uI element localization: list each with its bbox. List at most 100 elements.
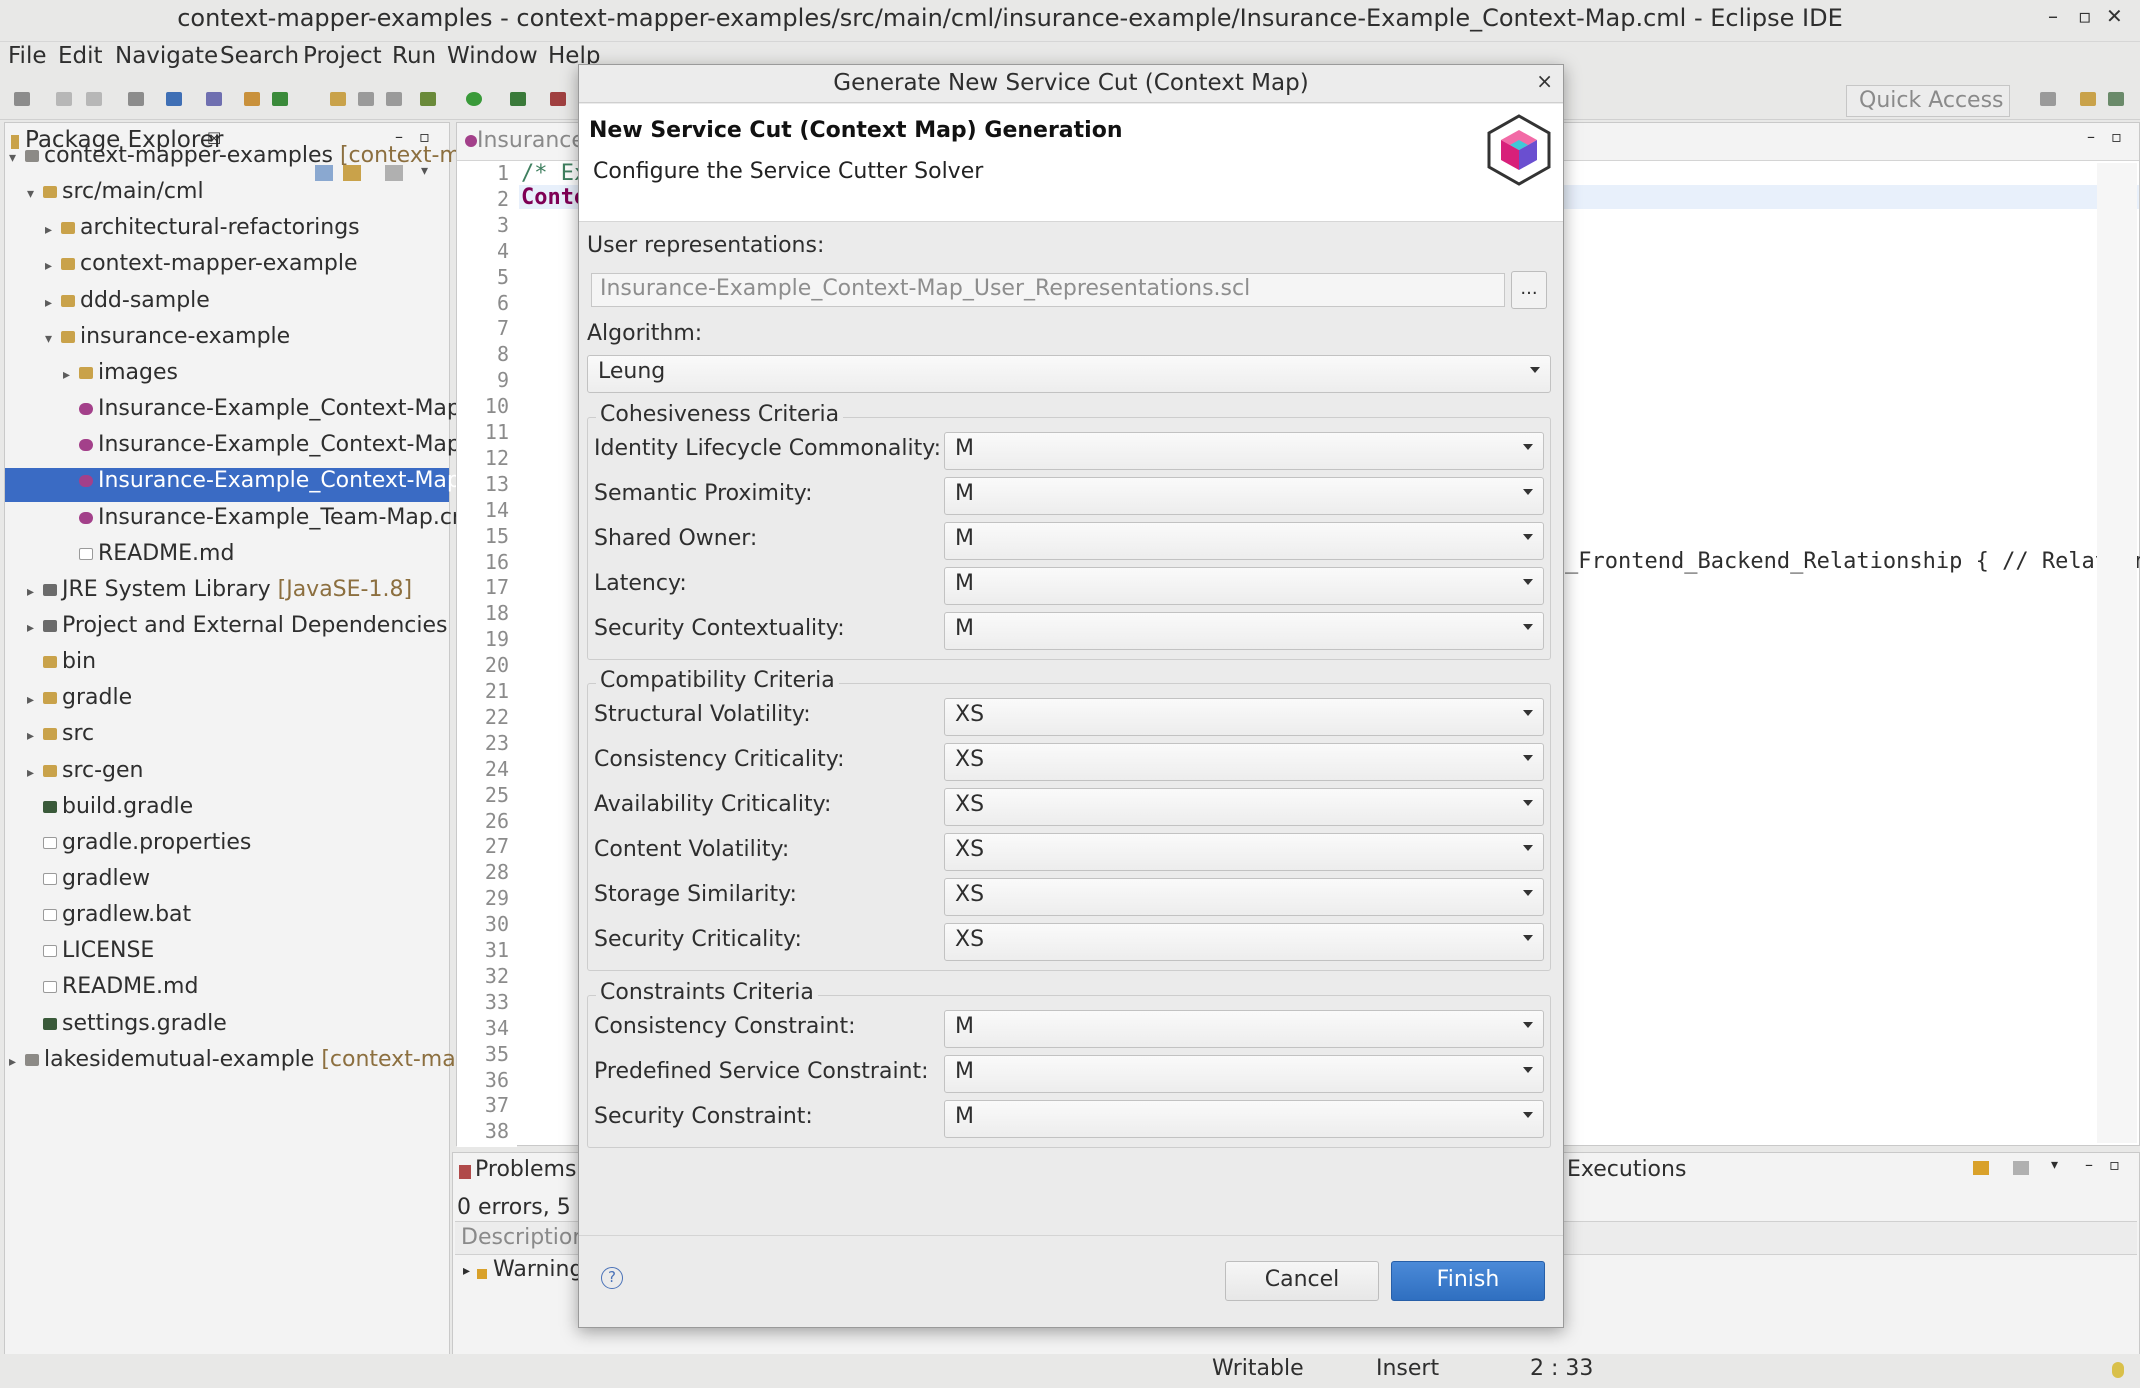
criterion-select[interactable]: M	[944, 432, 1544, 470]
chevron-right-icon[interactable]: ▸	[9, 1054, 23, 1070]
problems-tab[interactable]: Problems	[475, 1157, 576, 1182]
tree-item[interactable]: Insurance-Example_Context-Map_	[5, 432, 472, 466]
criterion-select[interactable]: XS	[944, 878, 1544, 916]
criterion-select[interactable]: M	[944, 612, 1544, 650]
criterion-select[interactable]: M	[944, 1100, 1544, 1138]
chevron-right-icon[interactable]: ▸	[27, 765, 41, 781]
refresh-icon[interactable]	[272, 92, 288, 106]
editor-tab-label[interactable]: Insurance	[477, 128, 585, 153]
perspective-icon[interactable]	[2080, 92, 2096, 106]
criterion-select[interactable]: XS	[944, 788, 1544, 826]
chevron-right-icon[interactable]: ▸	[27, 620, 41, 636]
editor-maximize-icon[interactable]: ▫	[2111, 127, 2122, 146]
editor-minimize-icon[interactable]: –	[2087, 127, 2095, 146]
chevron-right-icon[interactable]: ▸	[45, 258, 59, 274]
minimize-icon[interactable]: –	[2048, 4, 2058, 28]
panel-maximize-icon[interactable]: ▫	[2109, 1155, 2120, 1174]
tree-item[interactable]: ▸ ddd-sample	[5, 288, 449, 322]
tree-item[interactable]: Insurance-Example_Context-Map.	[5, 468, 468, 503]
menu-run[interactable]: Run	[392, 43, 436, 69]
tree-item[interactable]: ▸ src	[5, 721, 449, 755]
criterion-select[interactable]: M	[944, 522, 1544, 560]
menu-navigate[interactable]: Navigate	[115, 43, 218, 69]
panel-view-menu-icon[interactable]: ▾	[2051, 1157, 2058, 1173]
terminal-icon[interactable]	[166, 92, 182, 106]
user-representations-field[interactable]: Insurance-Example_Context-Map_User_Repre…	[591, 273, 1505, 307]
tree-item[interactable]: ▾ insurance-example	[5, 324, 449, 358]
tree-item[interactable]: gradle.properties	[5, 830, 449, 864]
criterion-select[interactable]: XS	[944, 923, 1544, 961]
tip-icon[interactable]	[2112, 1362, 2124, 1378]
menu-project[interactable]: Project	[303, 43, 382, 69]
chevron-down-icon[interactable]: ▾	[9, 150, 23, 166]
chevron-right-icon[interactable]: ▸	[45, 295, 59, 311]
task-icon[interactable]	[358, 92, 374, 106]
tree-item[interactable]: gradlew.bat	[5, 902, 449, 936]
description-column[interactable]: Description	[461, 1225, 586, 1250]
cursor-icon[interactable]	[206, 92, 222, 106]
open-type-icon[interactable]	[330, 92, 346, 106]
criterion-select[interactable]: M	[944, 1055, 1544, 1093]
menu-search[interactable]: Search	[220, 43, 299, 69]
expand-arrow-icon[interactable]: ▸	[463, 1263, 470, 1279]
browse-button[interactable]: ...	[1511, 271, 1547, 309]
tree-item[interactable]: ▾ src/main/cml	[5, 179, 449, 213]
tree-item[interactable]: Insurance-Example_Team-Map.cm	[5, 505, 473, 539]
tree-item[interactable]: ▸ gradle	[5, 685, 449, 719]
new-icon[interactable]	[14, 92, 30, 106]
tree-item[interactable]: ▸ Project and External Dependencies	[5, 613, 449, 647]
executions-tab[interactable]: Executions	[1567, 1157, 1686, 1182]
cancel-button[interactable]: Cancel	[1225, 1261, 1379, 1301]
tree-item[interactable]: Insurance-Example_Context-Map_	[5, 396, 472, 430]
save-icon[interactable]	[56, 92, 72, 106]
tree-item[interactable]: ▸ images	[5, 360, 449, 394]
chevron-right-icon[interactable]: ▸	[63, 367, 77, 383]
tree-item[interactable]: gradlew	[5, 866, 449, 900]
quick-access-field[interactable]: Quick Access	[1846, 85, 2010, 117]
finish-button[interactable]: Finish	[1391, 1261, 1545, 1301]
chevron-down-icon[interactable]: ▾	[27, 186, 41, 202]
panel-filter-icon[interactable]	[2013, 1161, 2029, 1175]
algorithm-select[interactable]: Leung	[587, 355, 1551, 393]
dialog-close-icon[interactable]: ×	[1536, 69, 1553, 93]
chevron-right-icon[interactable]: ▸	[27, 692, 41, 708]
criterion-select[interactable]: XS	[944, 833, 1544, 871]
tree-item[interactable]: ▸ JRE System Library [JavaSE-1.8]	[5, 577, 449, 611]
tree-item[interactable]: ▾ context-mapper-examples [context-ma	[5, 143, 474, 177]
criterion-select[interactable]: XS	[944, 698, 1544, 736]
maximize-icon[interactable]: ▫	[2078, 4, 2092, 28]
chevron-right-icon[interactable]: ▸	[27, 728, 41, 744]
menu-window[interactable]: Window	[447, 43, 538, 69]
panel-tool-icon[interactable]	[1973, 1161, 1989, 1175]
java-perspective-icon[interactable]	[2108, 92, 2124, 106]
package-icon[interactable]	[244, 92, 260, 106]
save-all-icon[interactable]	[86, 92, 102, 106]
tree-item[interactable]: ▸ src-gen	[5, 758, 449, 792]
external-tools-icon[interactable]	[510, 92, 526, 106]
chevron-down-icon[interactable]: ▾	[45, 331, 59, 347]
close-icon[interactable]: ✕	[2106, 4, 2123, 28]
warnings-row[interactable]: Warning	[493, 1257, 583, 1282]
help-icon[interactable]: ?	[601, 1267, 623, 1289]
tree-item[interactable]: ▸ context-mapper-example	[5, 251, 449, 285]
menu-edit[interactable]: Edit	[58, 43, 103, 69]
debug-icon[interactable]	[420, 92, 436, 106]
tree-item[interactable]: build.gradle	[5, 794, 449, 828]
stop-icon[interactable]	[550, 92, 566, 106]
criterion-select[interactable]: M	[944, 477, 1544, 515]
run-icon[interactable]	[466, 92, 482, 106]
tree-item[interactable]: settings.gradle	[5, 1011, 449, 1045]
tree-item[interactable]: ▸ architectural-refactorings	[5, 215, 449, 249]
criterion-select[interactable]: M	[944, 567, 1544, 605]
print-icon[interactable]	[128, 92, 144, 106]
tree-item[interactable]: bin	[5, 649, 449, 683]
criterion-select[interactable]: M	[944, 1010, 1544, 1048]
tree-item[interactable]: README.md	[5, 541, 449, 575]
tree-item[interactable]: LICENSE	[5, 938, 449, 972]
open-perspective-icon[interactable]	[2040, 92, 2056, 106]
tree-item[interactable]: ▸ lakesidemutual-example [context-map-	[5, 1047, 478, 1081]
chevron-right-icon[interactable]: ▸	[45, 222, 59, 238]
tree-item[interactable]: README.md	[5, 974, 449, 1008]
overview-ruler[interactable]	[2097, 163, 2137, 1143]
chevron-right-icon[interactable]: ▸	[27, 584, 41, 600]
